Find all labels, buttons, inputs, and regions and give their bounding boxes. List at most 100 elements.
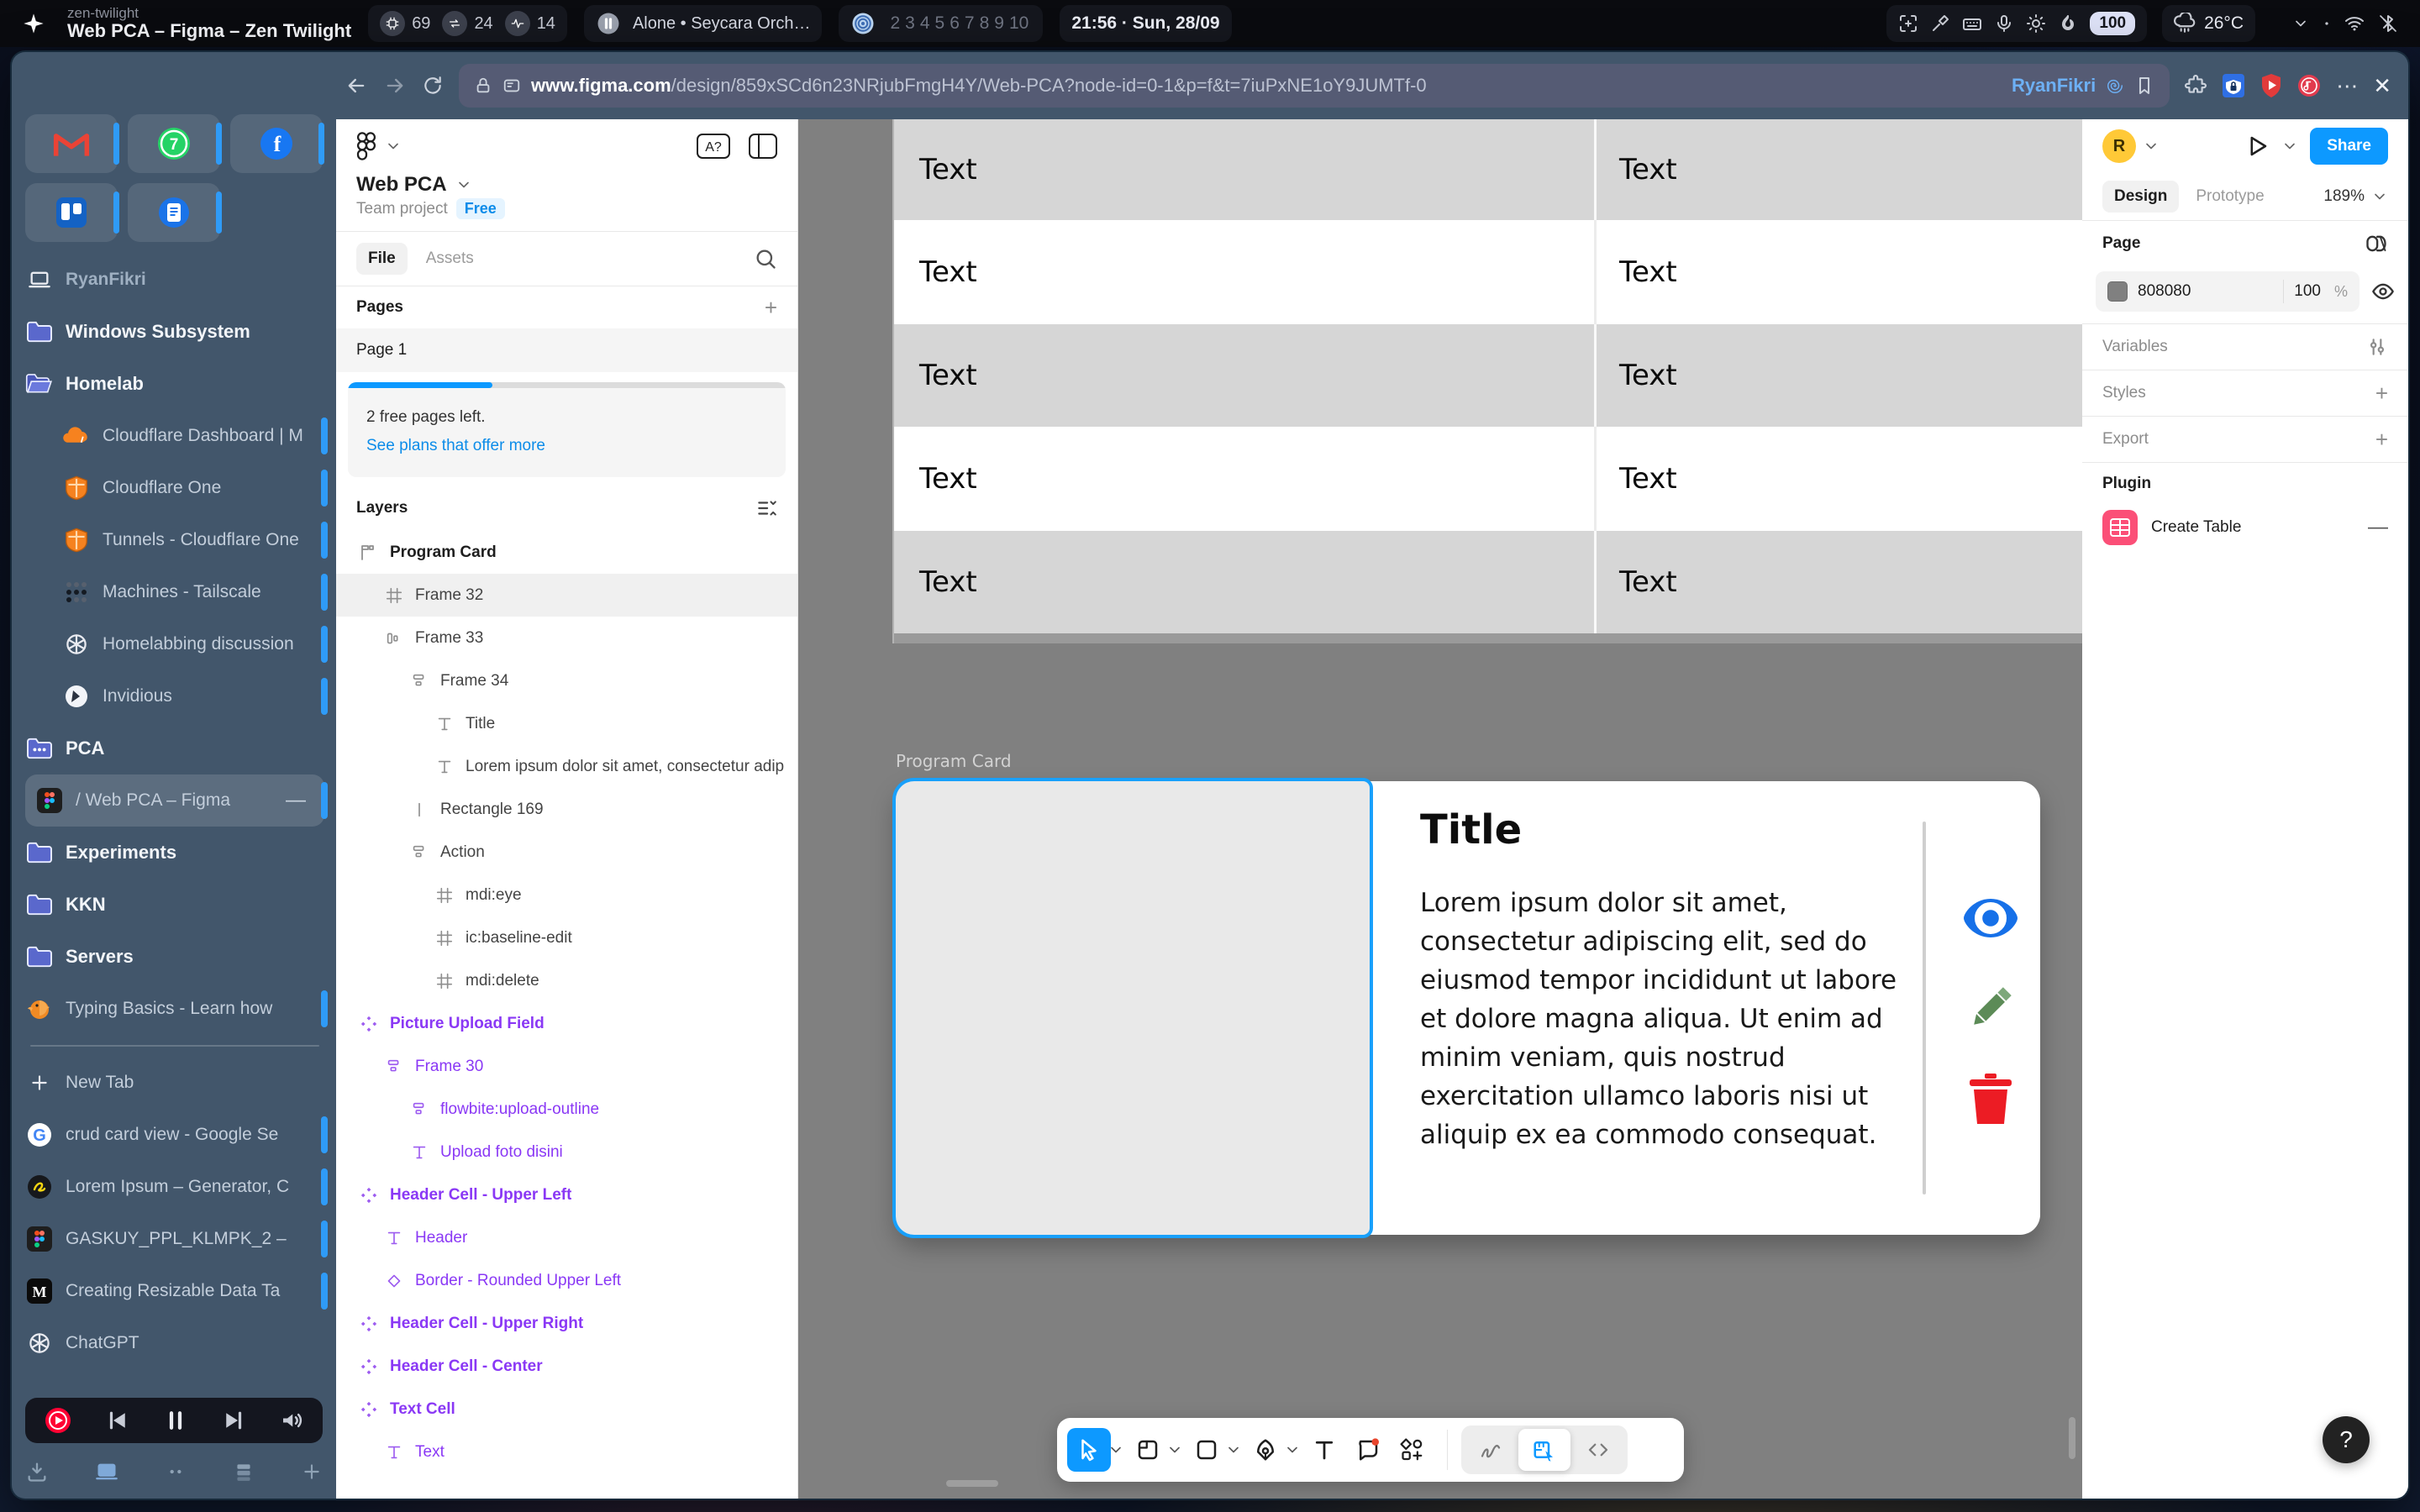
layer-row-picture-upload-field[interactable]: Picture Upload Field: [336, 1002, 797, 1045]
site-permissions-icon[interactable]: [502, 76, 521, 95]
workspace-number[interactable]: 3: [902, 13, 918, 34]
sidebar-item-machines-tailscale[interactable]: Machines - Tailscale: [25, 566, 324, 618]
workspace-number[interactable]: 2: [887, 13, 902, 34]
add-export-icon[interactable]: +: [2375, 427, 2388, 453]
sidebar-folder-windows-subsystem[interactable]: Windows Subsystem: [25, 306, 324, 358]
workspace-number[interactable]: 4: [918, 13, 933, 34]
layer-row-frame-34[interactable]: Frame 34: [336, 659, 797, 702]
workspace-number[interactable]: 9: [992, 13, 1007, 34]
keyboard-icon[interactable]: [1962, 13, 1982, 34]
table-cell[interactable]: Text: [1594, 119, 2082, 220]
chevron-down-icon[interactable]: [1166, 1441, 1183, 1458]
rings-icon[interactable]: [850, 11, 876, 36]
reload-icon[interactable]: [422, 75, 444, 97]
workspace-number[interactable]: 7: [962, 13, 977, 34]
color-swatch[interactable]: [2107, 281, 2128, 302]
page-color-input[interactable]: 808080 100 %: [2096, 271, 2360, 312]
file-name[interactable]: Web PCA: [356, 173, 472, 197]
adblock-shield-icon[interactable]: [2260, 73, 2282, 98]
sidebar-item-homelabbing-discussion[interactable]: Homelabbing discussion: [25, 618, 324, 670]
layer-row-mdi-eye[interactable]: mdi:eye: [336, 874, 797, 916]
panel-toggle-icon[interactable]: [749, 134, 777, 159]
comment-tool-button[interactable]: [1346, 1428, 1390, 1472]
layer-row-upload-foto-disini[interactable]: Upload foto disini: [336, 1131, 797, 1173]
forward-icon[interactable]: [383, 74, 407, 97]
sidebar-folder-pca[interactable]: PCA: [25, 722, 324, 774]
edit-action-icon[interactable]: [1964, 981, 2018, 1035]
eye-action-icon[interactable]: [1959, 892, 2023, 944]
layer-row-ic-baseline-edit[interactable]: ic:baseline-edit: [336, 916, 797, 959]
yt-music-icon[interactable]: [44, 1406, 72, 1435]
table-cell[interactable]: Text: [894, 220, 1594, 324]
page-item-selected[interactable]: Page 1: [336, 328, 797, 372]
remove-plugin-icon[interactable]: —: [2368, 516, 2388, 539]
text-tool-button[interactable]: [1302, 1428, 1346, 1472]
add-style-icon[interactable]: +: [2375, 381, 2388, 407]
table-cell[interactable]: Text: [894, 324, 1594, 427]
table-cell[interactable]: Text: [1594, 220, 2082, 324]
pinned-app-tile[interactable]: [128, 183, 220, 242]
workspace-number[interactable]: 6: [947, 13, 962, 34]
layer-row-program-card[interactable]: Program Card: [336, 531, 797, 574]
workspace-number[interactable]: 8: [977, 13, 992, 34]
table-row[interactable]: TextText: [894, 220, 2082, 324]
plugin-item[interactable]: Create Table —: [2082, 505, 2408, 550]
chevron-down-icon[interactable]: [2281, 138, 2298, 155]
add-page-icon[interactable]: +: [765, 295, 777, 321]
workspace-number[interactable]: 10: [1007, 13, 1031, 34]
bookmark-icon[interactable]: [2134, 76, 2154, 96]
url-text[interactable]: www.figma.com/design/859xSCd6n23NRjubFmg…: [531, 75, 2002, 97]
table-row[interactable]: TextText: [894, 531, 2082, 633]
stack-icon[interactable]: [233, 1461, 255, 1483]
download-tray-icon[interactable]: [25, 1460, 49, 1483]
sidebar-folder-servers[interactable]: Servers: [25, 931, 324, 983]
sidebar-item-lorem-ipsum-generator-c[interactable]: Lorem Ipsum – Generator, C: [25, 1161, 324, 1213]
microphone-icon[interactable]: [1994, 13, 2014, 34]
chevron-down-icon[interactable]: [2143, 138, 2160, 155]
page-styles-icon[interactable]: [2365, 232, 2388, 255]
visibility-eye-icon[interactable]: [2371, 280, 2395, 303]
figma-menu-icon[interactable]: [356, 132, 376, 160]
image-placeholder-selected[interactable]: [896, 781, 1370, 1235]
table-cell[interactable]: Text: [894, 119, 1594, 220]
table-row[interactable]: TextText: [894, 427, 2082, 531]
dot-icon[interactable]: [2323, 19, 2331, 28]
volume-icon[interactable]: [279, 1408, 304, 1433]
laptop-small-icon[interactable]: [95, 1460, 118, 1483]
table-cell[interactable]: Text: [894, 427, 1594, 531]
layer-row-rectangle-169[interactable]: Rectangle 169: [336, 788, 797, 831]
sidebar-folder-kkn[interactable]: KKN: [25, 879, 324, 931]
puzzle-icon[interactable]: [2185, 75, 2207, 97]
unload-tab-icon[interactable]: —: [286, 789, 313, 812]
eyedropper-icon[interactable]: [1930, 13, 1950, 34]
share-button[interactable]: Share: [2310, 128, 2388, 165]
sidebar-item-tunnels-cloudflare-one[interactable]: Tunnels - Cloudflare One: [25, 514, 324, 566]
sidebar-item-chatgpt[interactable]: ChatGPT: [25, 1317, 324, 1369]
layer-row-frame-33[interactable]: Frame 33: [336, 617, 797, 659]
missing-fonts-icon[interactable]: A?: [697, 134, 730, 159]
zoom-level[interactable]: 189%: [2323, 187, 2388, 206]
sidebar-item-ryanfikri[interactable]: RyanFikri: [25, 254, 324, 306]
color-opacity-value[interactable]: 100: [2294, 282, 2321, 301]
rect-tool-button[interactable]: [1185, 1428, 1228, 1472]
see-plans-link[interactable]: See plans that offer more: [366, 437, 545, 454]
prev-icon[interactable]: [105, 1408, 130, 1433]
code-toggle-button[interactable]: [1572, 1429, 1624, 1471]
table-cell[interactable]: Text: [1594, 427, 2082, 531]
pinned-app-tile[interactable]: [25, 183, 118, 242]
pause-icon[interactable]: [163, 1408, 188, 1433]
avatar[interactable]: R: [2102, 129, 2136, 163]
bluetooth-off-icon[interactable]: [2378, 13, 2398, 34]
figma-profile-chip[interactable]: RyanFikri: [2012, 75, 2096, 97]
chevron-down-icon[interactable]: [1107, 1441, 1124, 1458]
sidebar-item-new-tab[interactable]: New Tab: [25, 1057, 324, 1109]
plus-icon[interactable]: [301, 1461, 323, 1483]
sidebar-item-gaskuy-ppl-klmpk-2-[interactable]: GASKUY_PPL_KLMPK_2 –: [25, 1213, 324, 1265]
color-hex-value[interactable]: 808080: [2138, 282, 2273, 301]
wifi-icon[interactable]: [2344, 13, 2365, 34]
card-body-text[interactable]: Lorem ipsum dolor sit amet, consectetur …: [1420, 884, 1918, 1154]
pause-circle-icon[interactable]: [596, 11, 621, 36]
figma-canvas[interactable]: TextTextTextTextTextTextTextTextTextText…: [798, 119, 2082, 1499]
back-icon[interactable]: [345, 74, 368, 97]
pinned-app-tile[interactable]: [25, 114, 118, 173]
